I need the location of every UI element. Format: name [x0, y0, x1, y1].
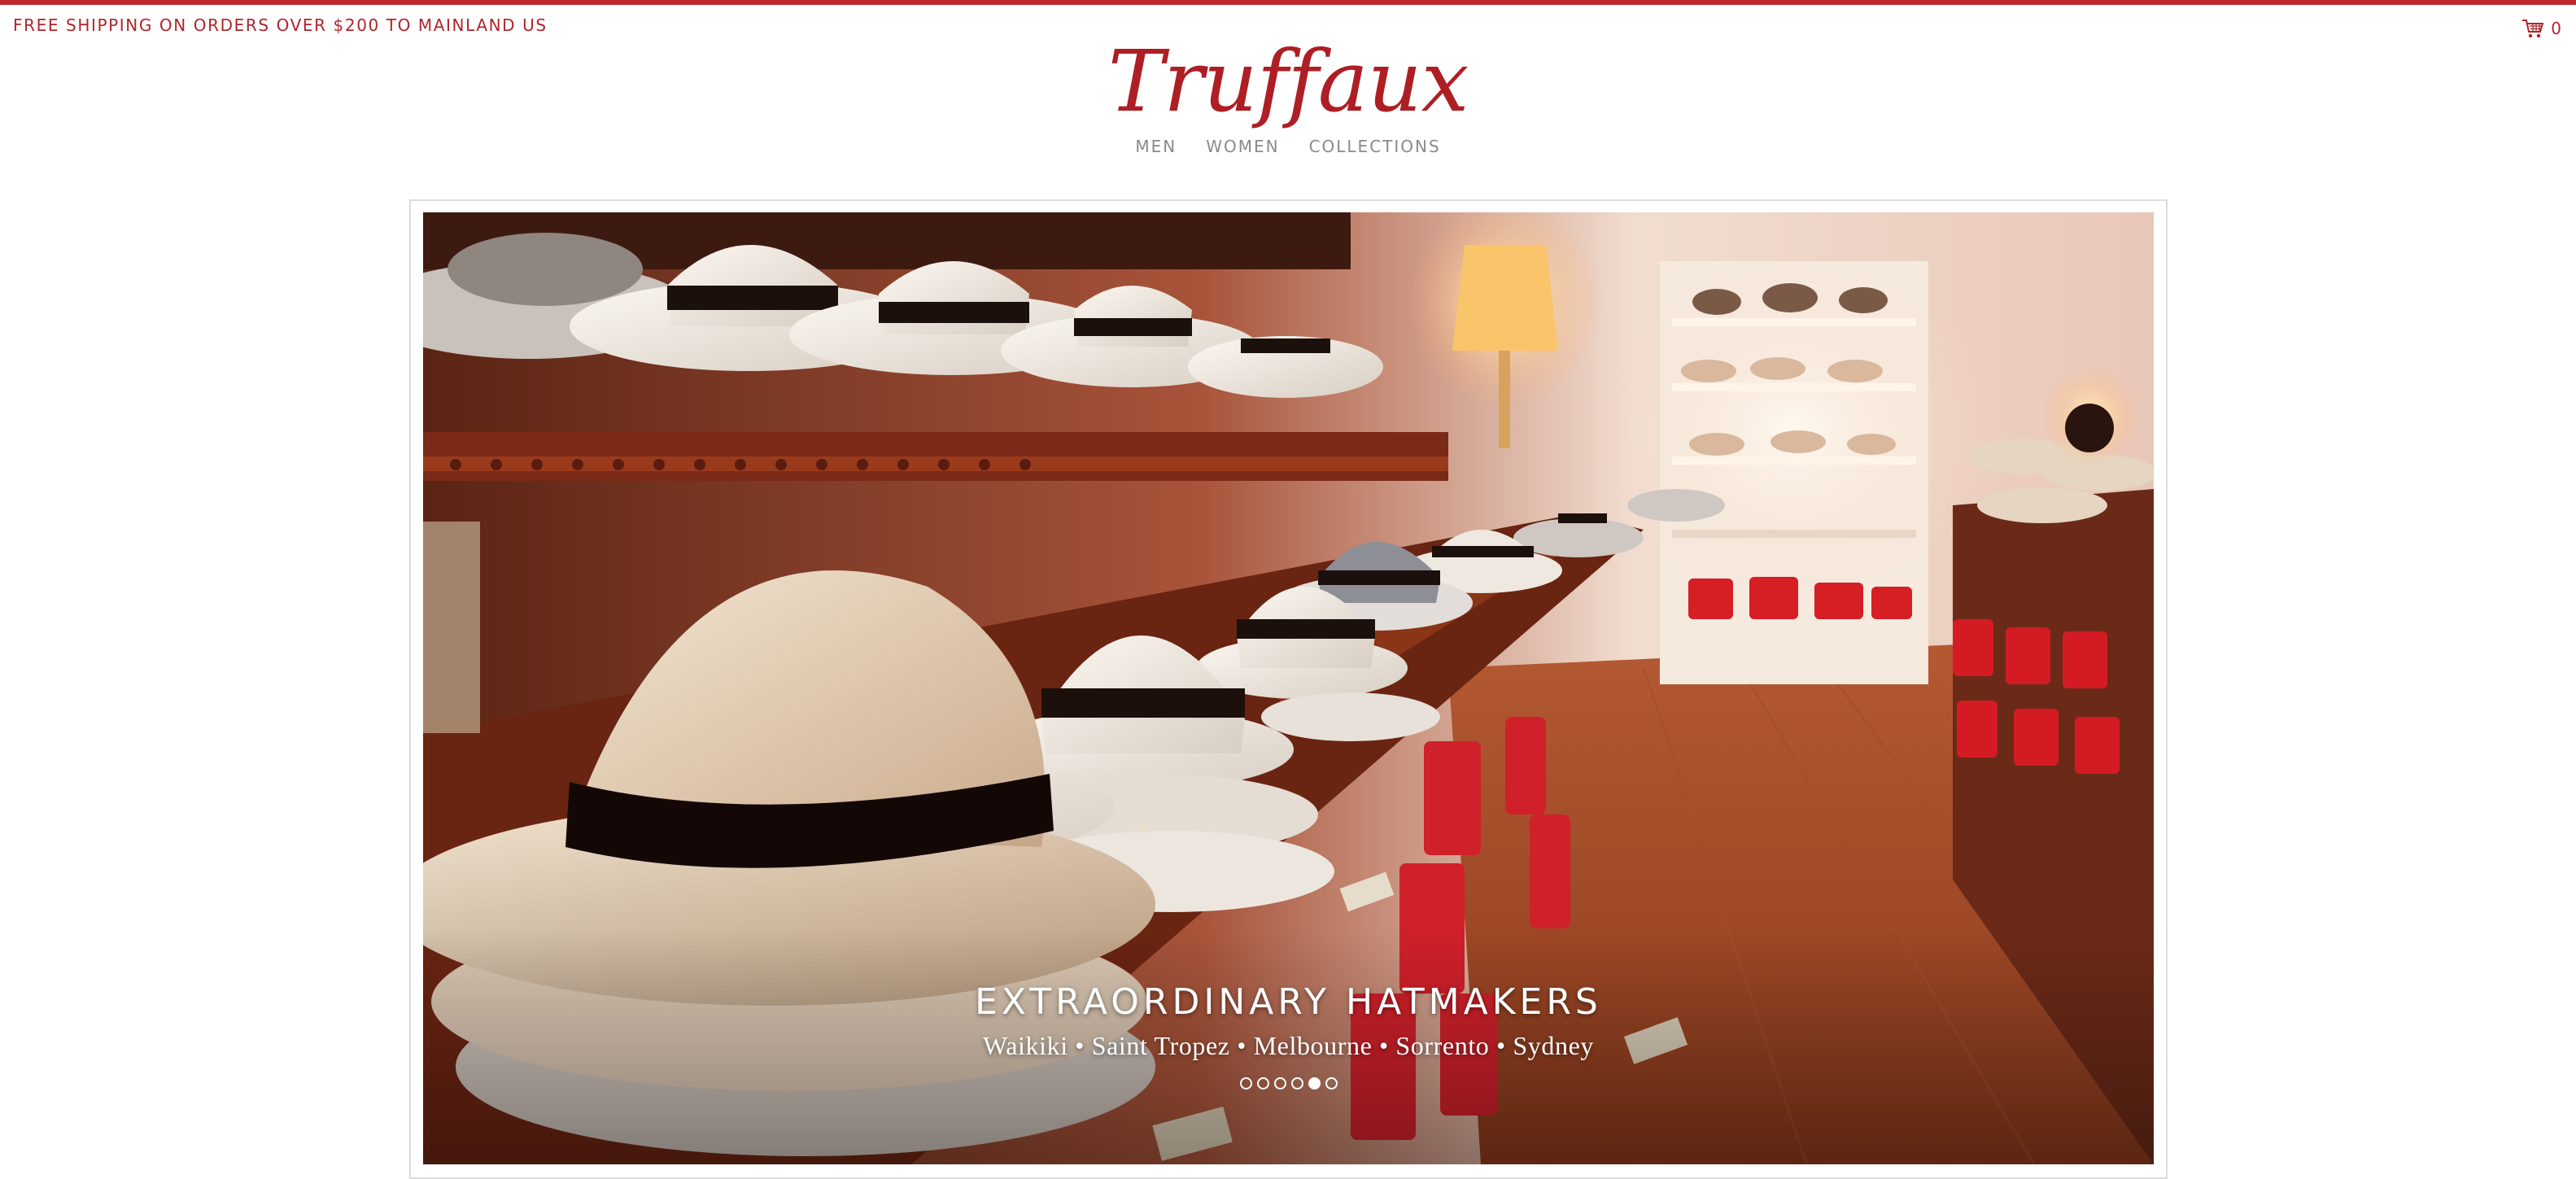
slide-subtitle: Waikiki • Saint Tropez • Melbourne • Sor… — [982, 1031, 1595, 1060]
truffaux-logo[interactable]: Truffaux — [0, 33, 2576, 130]
nav-link-women[interactable]: WOMEN — [1206, 137, 1279, 156]
slider-dot[interactable] — [1256, 1077, 1269, 1089]
nav-link-collections[interactable]: COLLECTIONS — [1309, 137, 1441, 156]
slide-caption: EXTRAORDINARY HATMAKERS Waikiki • Saint … — [423, 981, 2154, 1061]
slider-pagination — [423, 1077, 2154, 1089]
top-accent-bar — [0, 0, 2576, 5]
slider-dot[interactable] — [1325, 1077, 1338, 1089]
hero-slide: EXTRAORDINARY HATMAKERS Waikiki • Saint … — [423, 212, 2154, 1164]
slider-dot[interactable] — [1273, 1077, 1286, 1089]
slider-dot[interactable] — [1290, 1077, 1303, 1089]
main-nav: MEN WOMEN COLLECTIONS — [0, 137, 2576, 156]
slider-dot[interactable] — [1239, 1077, 1252, 1089]
slide-title: EXTRAORDINARY HATMAKERS — [975, 981, 1602, 1023]
nav-link-men[interactable]: MEN — [1135, 137, 1177, 156]
hero-slider: EXTRAORDINARY HATMAKERS Waikiki • Saint … — [409, 199, 2168, 1179]
slider-dot-active[interactable] — [1308, 1077, 1321, 1089]
